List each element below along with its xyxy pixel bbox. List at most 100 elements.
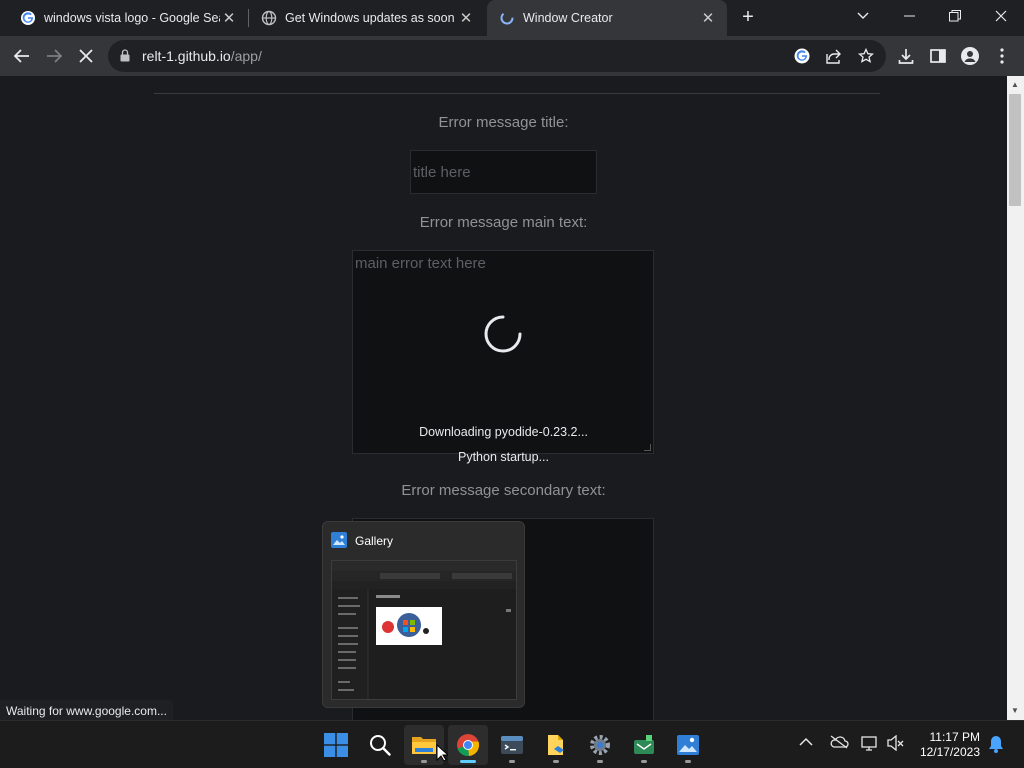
globe-icon — [261, 10, 277, 26]
notifications-button[interactable] — [988, 735, 1004, 756]
restore-button[interactable] — [932, 0, 978, 32]
kebab-menu-icon — [1000, 48, 1004, 64]
clock-time: 11:17 PM — [929, 730, 980, 744]
profile-button[interactable] — [956, 42, 984, 70]
close-icon[interactable]: ✕ — [699, 9, 717, 27]
loading-icon — [500, 11, 514, 25]
loading-substatus: Python startup... — [457, 450, 550, 464]
windows-taskbar: 11:17 PM 12/17/2023 — [0, 720, 1024, 768]
volume-muted-icon[interactable] — [887, 734, 905, 754]
close-icon — [79, 49, 93, 63]
network-icon[interactable] — [861, 735, 879, 754]
share-icon[interactable] — [824, 46, 844, 66]
loading-spinner-icon — [484, 315, 522, 353]
taskbar-preview-window[interactable]: Gallery — [322, 521, 525, 708]
lock-icon — [120, 49, 130, 62]
clock-date: 12/17/2023 — [919, 745, 980, 759]
running-indicator — [641, 760, 647, 763]
page-scrollbar[interactable]: ▲ ▼ — [1007, 76, 1024, 720]
search-button[interactable] — [360, 725, 400, 765]
preview-thumbnail — [331, 560, 517, 700]
photos-app-icon — [634, 735, 654, 754]
arrow-left-icon — [14, 49, 29, 63]
close-icon[interactable]: ✕ — [457, 9, 475, 27]
minimize-button[interactable] — [886, 0, 932, 32]
new-tab-button[interactable]: + — [737, 6, 759, 28]
preview-title: Gallery — [355, 534, 394, 548]
loading-status: Downloading pyodide-0.23.2... — [419, 425, 588, 439]
system-clock[interactable]: 11:17 PM 12/17/2023 — [916, 730, 980, 760]
taskbar-chrome[interactable] — [448, 725, 488, 765]
start-button[interactable] — [316, 725, 356, 765]
scroll-thumb[interactable] — [1009, 94, 1021, 206]
search-icon — [370, 735, 391, 756]
arrow-right-icon — [47, 49, 62, 63]
chevron-down-icon — [857, 12, 869, 19]
google-lens-icon[interactable] — [792, 46, 812, 66]
onedrive-offline-icon[interactable] — [829, 735, 849, 752]
minimize-icon — [903, 15, 915, 17]
close-icon[interactable]: ✕ — [220, 9, 238, 27]
forward-button[interactable] — [40, 42, 68, 70]
status-bubble: Waiting for www.google.com... — [0, 700, 173, 720]
download-icon — [898, 49, 914, 64]
taskbar-photos-app[interactable] — [624, 725, 664, 765]
title-input[interactable]: title here — [410, 150, 597, 194]
bell-icon — [989, 736, 1003, 753]
file-explorer-icon — [412, 737, 436, 754]
running-indicator — [421, 760, 427, 763]
scroll-up-icon[interactable]: ▲ — [1011, 80, 1019, 89]
url-path: /app/ — [230, 48, 262, 64]
back-button[interactable] — [8, 42, 36, 70]
gallery-window-thumbnail — [332, 561, 516, 699]
google-icon — [21, 11, 35, 25]
running-indicator — [553, 760, 559, 763]
tab-windows-updates[interactable]: Get Windows updates as soon as ✕ — [249, 0, 485, 36]
title-label: Error message title: — [438, 114, 569, 131]
running-indicator — [685, 760, 691, 763]
profile-icon — [961, 47, 979, 65]
files-icon — [548, 735, 564, 755]
close-icon — [995, 10, 1007, 22]
side-panel-button[interactable] — [924, 42, 952, 70]
url-text: relt-1.github.io/app/ — [142, 48, 262, 64]
side-panel-icon — [930, 49, 946, 63]
taskbar-settings[interactable] — [580, 725, 620, 765]
tab-strip: windows vista logo - Google Sea ✕ Get Wi… — [0, 0, 1024, 36]
url-host: relt-1.github.io — [142, 48, 231, 64]
tab-window-creator[interactable]: Window Creator ✕ — [487, 0, 727, 36]
chevron-up-icon — [799, 737, 813, 746]
bookmark-star-icon[interactable] — [856, 46, 876, 66]
gallery-icon — [677, 735, 699, 755]
tab-google-search[interactable]: windows vista logo - Google Sea ✕ — [8, 0, 248, 36]
tab-search-button[interactable] — [840, 0, 886, 32]
main-text-placeholder: main error text here — [355, 255, 486, 272]
address-bar[interactable]: relt-1.github.io/app/ — [108, 40, 886, 72]
running-indicator — [597, 760, 603, 763]
show-hidden-icons-button[interactable] — [799, 735, 813, 750]
running-indicator — [509, 760, 515, 763]
divider — [154, 93, 880, 94]
chrome-icon — [457, 734, 480, 757]
mouse-cursor-icon — [436, 744, 448, 762]
downloads-button[interactable] — [892, 42, 920, 70]
restore-icon — [949, 10, 961, 22]
tab-title: Window Creator — [523, 11, 613, 25]
browser-toolbar: relt-1.github.io/app/ — [0, 36, 1024, 76]
start-icon — [324, 733, 348, 757]
terminal-icon — [501, 736, 523, 754]
tab-title: windows vista logo - Google Sea — [44, 11, 220, 25]
taskbar-files[interactable] — [536, 725, 576, 765]
stop-button[interactable] — [72, 42, 100, 70]
gallery-icon — [331, 532, 347, 548]
tab-title: Get Windows updates as soon as — [285, 11, 457, 25]
close-window-button[interactable] — [978, 0, 1024, 32]
menu-button[interactable] — [988, 42, 1016, 70]
main-text-label: Error message main text: — [419, 214, 588, 231]
active-indicator — [460, 760, 476, 763]
secondary-text-label: Error message secondary text: — [401, 482, 606, 499]
scroll-down-icon[interactable]: ▼ — [1011, 706, 1019, 715]
taskbar-terminal[interactable] — [492, 725, 532, 765]
settings-icon — [590, 735, 610, 755]
taskbar-gallery[interactable] — [668, 725, 708, 765]
